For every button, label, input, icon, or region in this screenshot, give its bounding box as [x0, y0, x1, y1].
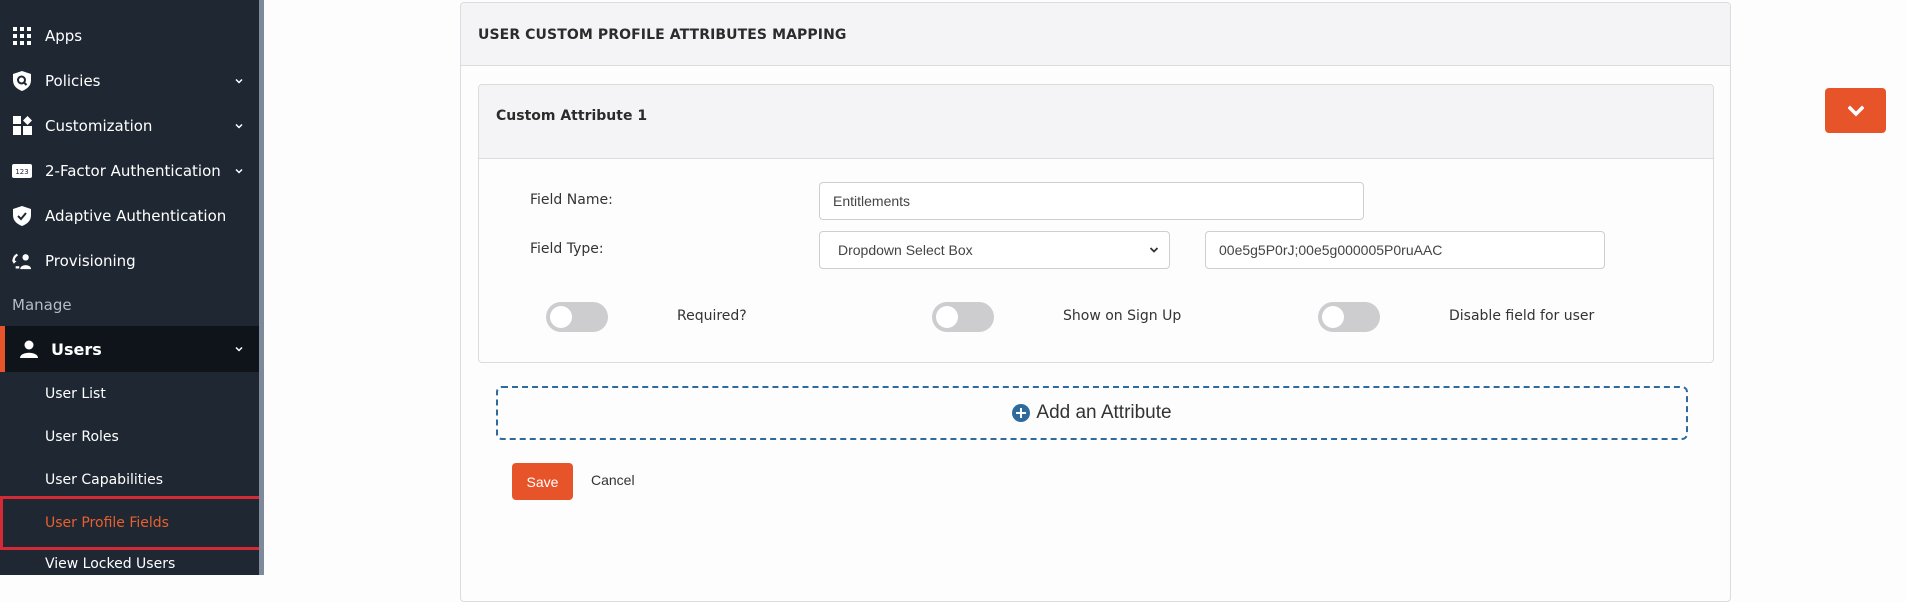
sidebar-item-apps[interactable]: Apps	[0, 13, 259, 58]
chevron-down-icon	[235, 78, 243, 84]
show-on-signup-label: Show on Sign Up	[1063, 308, 1182, 324]
shield-check-icon	[12, 205, 32, 226]
sidebar-item-users[interactable]: Users	[0, 326, 259, 372]
chevron-down-icon	[1847, 105, 1864, 116]
user-sync-icon	[12, 251, 32, 271]
sidebar-subitem-user-list[interactable]: User List	[0, 374, 259, 414]
chevron-down-icon	[235, 346, 243, 352]
svg-text:123: 123	[15, 168, 28, 176]
sidebar-item-policies[interactable]: Policies	[0, 58, 259, 103]
disable-field-toggle[interactable]	[1318, 302, 1380, 332]
panel-header: USER CUSTOM PROFILE ATTRIBUTES MAPPING	[461, 3, 1730, 66]
plus-circle-icon	[1012, 404, 1031, 422]
sidebar-subitem-user-capabilities[interactable]: User Capabilities	[0, 460, 259, 500]
dropdown-options-input[interactable]: 00e5g5P0rJ;00e5g000005P0ruAAC	[1205, 231, 1605, 269]
sidebar-item-label: Policies	[45, 71, 101, 90]
sidebar-subitem-user-profile-fields[interactable]: User Profile Fields	[0, 496, 263, 550]
show-on-signup-toggle[interactable]	[932, 302, 994, 332]
chevron-down-icon	[235, 123, 243, 129]
sidebar-subitem-label: User Capabilities	[45, 472, 164, 488]
sidebar: Apps Policies Customization 123 2-Factor…	[0, 0, 264, 575]
toggle-knob	[550, 306, 572, 328]
sidebar-subitem-label: User Roles	[45, 429, 119, 445]
field-name-input[interactable]: Entitlements	[819, 182, 1364, 220]
section-label-manage: Manage	[12, 296, 72, 314]
sidebar-item-2fa[interactable]: 123 2-Factor Authentication	[0, 148, 259, 193]
sidebar-item-label: Apps	[45, 26, 83, 45]
sidebar-item-adaptive-auth[interactable]: Adaptive Authentication	[0, 193, 259, 238]
required-label: Required?	[677, 308, 747, 324]
dropdown-options-value: 00e5g5P0rJ;00e5g000005P0ruAAC	[1219, 242, 1443, 258]
sidebar-subitem-label: User Profile Fields	[45, 515, 169, 531]
grid-icon	[12, 26, 32, 46]
sidebar-item-label: 2-Factor Authentication	[45, 161, 221, 180]
add-attribute-label: Add an Attribute	[1036, 402, 1172, 423]
sidebar-subitem-user-roles[interactable]: User Roles	[0, 417, 259, 457]
field-type-label: Field Type:	[530, 241, 604, 257]
card-title: Custom Attribute 1	[496, 108, 648, 124]
sidebar-item-customization[interactable]: Customization	[0, 103, 259, 148]
sidebar-item-label: Users	[51, 339, 102, 359]
field-type-select[interactable]: Dropdown Select Box	[819, 231, 1170, 269]
sidebar-item-provisioning[interactable]: Provisioning	[0, 238, 259, 283]
save-button[interactable]: Save	[512, 463, 573, 500]
sidebar-subitem-label: View Locked Users	[45, 556, 176, 572]
shield-search-icon	[12, 70, 32, 91]
expand-toggle-button[interactable]	[1825, 88, 1886, 133]
attributes-mapping-panel: USER CUSTOM PROFILE ATTRIBUTES MAPPING C…	[460, 2, 1731, 602]
add-attribute-button[interactable]: Add an Attribute	[496, 386, 1688, 440]
sidebar-item-label: Customization	[45, 116, 153, 135]
sidebar-item-label: Provisioning	[45, 251, 136, 270]
sidebar-subitem-label: User List	[45, 386, 106, 402]
custom-attribute-card: Custom Attribute 1 Field Name: Entitleme…	[478, 84, 1714, 363]
chevron-down-icon	[1149, 247, 1159, 253]
toggle-knob	[1322, 306, 1344, 328]
sidebar-scrollbar[interactable]	[259, 0, 264, 575]
cancel-button[interactable]: Cancel	[591, 472, 635, 488]
card-header: Custom Attribute 1	[479, 85, 1713, 159]
disable-field-label: Disable field for user	[1449, 308, 1595, 324]
field-name-value: Entitlements	[833, 193, 911, 209]
toggle-knob	[936, 306, 958, 328]
sidebar-subitem-view-locked-users[interactable]: View Locked Users	[0, 544, 259, 584]
numeric-123-icon: 123	[12, 161, 32, 181]
field-name-label: Field Name:	[530, 192, 613, 208]
field-type-value: Dropdown Select Box	[838, 242, 973, 258]
widgets-icon	[12, 116, 32, 136]
chevron-down-icon	[235, 168, 243, 174]
sidebar-item-label: Adaptive Authentication	[45, 206, 227, 225]
panel-title: USER CUSTOM PROFILE ATTRIBUTES MAPPING	[478, 27, 847, 43]
user-icon	[19, 339, 39, 359]
required-toggle[interactable]	[546, 302, 608, 332]
